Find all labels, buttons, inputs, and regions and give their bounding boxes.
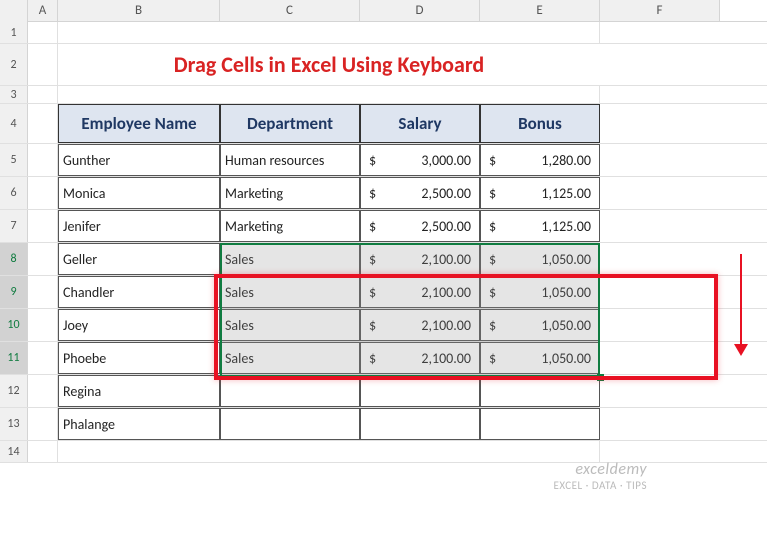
cell-C11[interactable]: Sales [220,342,360,374]
cell-D6[interactable]: $2,500.00 [360,177,480,209]
cell-A3[interactable] [28,86,58,103]
row-header-5[interactable]: 5 [0,144,28,176]
row-header-2[interactable]: 2 [0,44,28,85]
column-header-row: A B C D E F [0,0,767,22]
row-header-12[interactable]: 12 [0,375,28,407]
cell-E10[interactable]: $1,050.00 [480,309,600,341]
row-header-10[interactable]: 10 [0,309,28,341]
watermark-brand: exceldemy [554,460,647,479]
select-all-corner[interactable] [0,0,28,22]
cell-C10[interactable]: Sales [220,309,360,341]
cell-A9[interactable] [28,276,58,308]
cell-D13[interactable] [360,408,480,440]
cell-E11[interactable]: $1,050.00 [480,342,600,374]
cell-D11[interactable]: $2,100.00 [360,342,480,374]
cell-D7[interactable]: $2,500.00 [360,210,480,242]
cell-A8[interactable] [28,243,58,275]
row-header-9[interactable]: 9 [0,276,28,308]
cell-A14[interactable] [28,441,58,462]
cell-A13[interactable] [28,408,58,440]
row-header-7[interactable]: 7 [0,210,28,242]
header-bonus[interactable]: Bonus [480,104,600,143]
col-header-B[interactable]: B [58,0,220,21]
cell-D9[interactable]: $2,100.00 [360,276,480,308]
page-title: Drag Cells in Excel Using Keyboard [58,44,600,85]
row-header-8[interactable]: 8 [0,243,28,275]
watermark: exceldemy EXCEL · DATA · TIPS [554,460,647,492]
header-department[interactable]: Department [220,104,360,143]
cell-A1[interactable] [28,22,58,43]
row-header-4[interactable]: 4 [0,104,28,143]
col-header-A[interactable]: A [28,0,58,21]
col-header-E[interactable]: E [480,0,600,21]
col-header-D[interactable]: D [360,0,480,21]
cell-D5[interactable]: $3,000.00 [360,144,480,176]
cell-C8[interactable]: Sales [220,243,360,275]
cell-B9[interactable]: Chandler [58,276,220,308]
cell-B1[interactable] [58,22,600,43]
header-employee-name[interactable]: Employee Name [58,104,220,143]
row-header-6[interactable]: 6 [0,177,28,209]
cell-A10[interactable] [28,309,58,341]
cell-E13[interactable] [480,408,600,440]
row-header-3[interactable]: 3 [0,86,28,103]
cell-B10[interactable]: Joey [58,309,220,341]
cell-A12[interactable] [28,375,58,407]
cell-A11[interactable] [28,342,58,374]
col-header-F[interactable]: F [600,0,720,21]
cell-A6[interactable] [28,177,58,209]
cell-E5[interactable]: $1,280.00 [480,144,600,176]
cell-D8[interactable]: $2,100.00 [360,243,480,275]
cell-A4[interactable] [28,104,58,143]
cell-B8[interactable]: Geller [58,243,220,275]
cell-C13[interactable] [220,408,360,440]
cell-A7[interactable] [28,210,58,242]
row-header-1[interactable]: 1 [0,22,28,43]
cell-E6[interactable]: $1,125.00 [480,177,600,209]
cell-B7[interactable]: Jenifer [58,210,220,242]
row-header-14[interactable]: 14 [0,441,28,462]
header-salary[interactable]: Salary [360,104,480,143]
cell-B5[interactable]: Gunther [58,144,220,176]
cell-B12[interactable]: Regina [58,375,220,407]
col-header-C[interactable]: C [220,0,360,21]
cell-C6[interactable]: Marketing [220,177,360,209]
cell-B6[interactable]: Monica [58,177,220,209]
cell-E12[interactable] [480,375,600,407]
cell-A5[interactable] [28,144,58,176]
cell-E8[interactable]: $1,050.00 [480,243,600,275]
cell-D10[interactable]: $2,100.00 [360,309,480,341]
cell-E7[interactable]: $1,125.00 [480,210,600,242]
cell-B11[interactable]: Phoebe [58,342,220,374]
cell-E9[interactable]: $1,050.00 [480,276,600,308]
cell-B14[interactable] [58,441,600,462]
row-header-11[interactable]: 11 [0,342,28,374]
cell-A2[interactable] [28,44,58,85]
row-header-13[interactable]: 13 [0,408,28,440]
cell-B13[interactable]: Phalange [58,408,220,440]
cell-C7[interactable]: Marketing [220,210,360,242]
cell-C5[interactable]: Human resources [220,144,360,176]
cell-C9[interactable]: Sales [220,276,360,308]
cell-C12[interactable] [220,375,360,407]
watermark-tag: EXCEL · DATA · TIPS [554,479,647,492]
cell-D12[interactable] [360,375,480,407]
cell-B3[interactable] [58,86,600,103]
